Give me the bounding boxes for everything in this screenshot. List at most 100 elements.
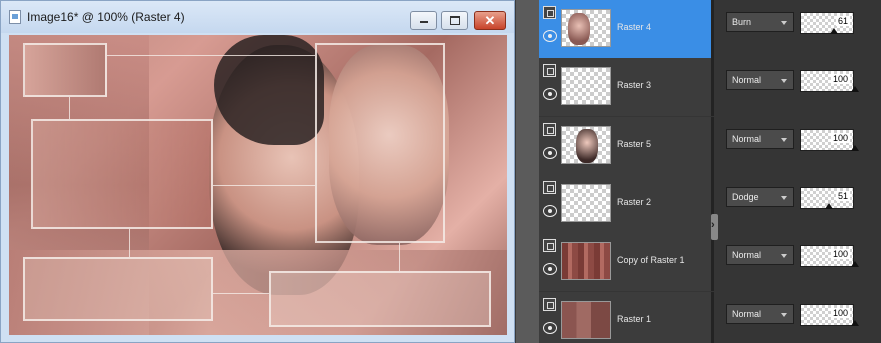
layer-row[interactable]: Copy of Raster 1 Normal 100 xyxy=(539,233,881,291)
layer-info[interactable]: Copy of Raster 1 xyxy=(539,233,711,291)
opacity-slider[interactable]: 51 xyxy=(800,187,854,209)
opacity-value: 100 xyxy=(830,249,850,259)
opacity-slider[interactable]: 100 xyxy=(800,304,859,326)
blend-mode-label: Dodge xyxy=(732,192,759,202)
close-button[interactable]: ✕ xyxy=(474,11,506,30)
maximize-icon xyxy=(450,16,460,25)
blend-mode-dropdown[interactable]: Normal xyxy=(726,70,794,90)
opacity-slider[interactable]: 61 xyxy=(800,12,854,34)
layer-thumbnail[interactable] xyxy=(561,9,611,47)
chevron-down-icon xyxy=(781,138,787,142)
layer-info[interactable]: Raster 5 xyxy=(539,117,711,175)
blend-mode-dropdown[interactable]: Normal xyxy=(726,245,794,265)
layer-info[interactable]: Raster 4 xyxy=(539,0,711,58)
blend-mode-dropdown[interactable]: Normal xyxy=(726,304,794,324)
collapse-handle-icon[interactable] xyxy=(711,214,718,240)
visibility-eye-icon[interactable] xyxy=(543,205,557,217)
layer-info[interactable]: Raster 2 xyxy=(539,175,711,233)
opacity-caret-icon[interactable] xyxy=(851,320,859,326)
layer-group-icon[interactable] xyxy=(543,6,556,19)
layer-row[interactable]: Raster 4 Burn 61 xyxy=(539,0,881,58)
connector-line xyxy=(129,229,130,257)
opacity-value: 61 xyxy=(835,16,850,26)
layer-name: Raster 1 xyxy=(617,314,652,324)
chevron-down-icon xyxy=(781,196,787,200)
layer-group-icon[interactable] xyxy=(543,239,556,252)
close-icon: ✕ xyxy=(484,13,496,28)
image-canvas[interactable] xyxy=(9,35,507,335)
layer-properties: Dodge 51 xyxy=(711,175,881,233)
layer-thumbnail[interactable] xyxy=(561,301,611,339)
chevron-down-icon xyxy=(781,254,787,258)
minimize-button[interactable] xyxy=(410,11,437,30)
blend-mode-dropdown[interactable]: Dodge xyxy=(726,187,794,207)
thumbnail-content xyxy=(562,243,610,279)
layer-name: Raster 4 xyxy=(617,22,652,32)
connector-line xyxy=(107,55,315,56)
panel-splitter[interactable] xyxy=(515,0,539,343)
chevron-down-icon xyxy=(781,79,787,83)
visibility-eye-icon[interactable] xyxy=(543,88,557,100)
visibility-eye-icon[interactable] xyxy=(543,30,557,42)
layer-properties: Normal 100 xyxy=(711,58,881,116)
opacity-caret-icon[interactable] xyxy=(851,261,859,267)
layer-name: Raster 2 xyxy=(617,197,652,207)
layers-panel: Raster 4 Burn 61 Raster 3 Normal xyxy=(539,0,881,343)
window-titlebar[interactable]: Image16* @ 100% (Raster 4) ✕ xyxy=(1,1,514,33)
layer-group-icon[interactable] xyxy=(543,123,556,136)
connector-line xyxy=(69,97,70,119)
connector-line xyxy=(399,243,400,271)
minimize-icon xyxy=(420,21,428,23)
frame-bottom-left xyxy=(23,257,213,321)
blend-mode-dropdown[interactable]: Normal xyxy=(726,129,794,149)
layer-thumbnail[interactable] xyxy=(561,67,611,105)
layer-group-icon[interactable] xyxy=(543,181,556,194)
layer-properties: Normal 100 xyxy=(711,117,881,175)
layer-thumbnail[interactable] xyxy=(561,184,611,222)
connector-line xyxy=(213,185,315,186)
layer-group-icon[interactable] xyxy=(543,298,556,311)
blend-mode-dropdown[interactable]: Burn xyxy=(726,12,794,32)
layer-row[interactable]: Raster 2 Dodge 51 xyxy=(539,175,881,233)
opacity-slider[interactable]: 100 xyxy=(800,129,859,151)
layer-thumbnail[interactable] xyxy=(561,126,611,164)
layer-properties: Normal 100 xyxy=(711,233,881,291)
opacity-caret-icon[interactable] xyxy=(825,203,833,209)
thumbnail-content xyxy=(562,302,610,338)
visibility-eye-icon[interactable] xyxy=(543,147,557,159)
frame-face-right xyxy=(315,43,445,243)
connector-line xyxy=(213,293,269,294)
opacity-value: 100 xyxy=(830,308,850,318)
blend-mode-label: Burn xyxy=(732,17,752,27)
layer-group-icon[interactable] xyxy=(543,64,556,77)
chevron-down-icon xyxy=(781,313,787,317)
opacity-caret-icon[interactable] xyxy=(851,145,859,151)
frame-eye xyxy=(23,43,107,97)
opacity-slider[interactable]: 100 xyxy=(800,245,859,267)
layer-info[interactable]: Raster 1 xyxy=(539,292,711,343)
layer-row[interactable]: Raster 3 Normal 100 xyxy=(539,58,881,116)
opacity-value: 51 xyxy=(835,191,850,201)
layer-name: Copy of Raster 1 xyxy=(617,255,685,265)
visibility-eye-icon[interactable] xyxy=(543,322,557,334)
frame-bottom-right xyxy=(269,271,491,327)
layer-properties: Normal 100 xyxy=(711,292,881,343)
opacity-caret-icon[interactable] xyxy=(830,28,838,34)
blend-mode-label: Normal xyxy=(732,309,762,319)
opacity-value: 100 xyxy=(830,133,850,143)
maximize-button[interactable] xyxy=(441,11,468,30)
thumbnail-content xyxy=(568,13,590,45)
layer-thumbnail[interactable] xyxy=(561,242,611,280)
opacity-slider[interactable]: 100 xyxy=(800,70,859,92)
layer-row[interactable]: Raster 1 Normal 100 xyxy=(539,292,881,343)
image-window: Image16* @ 100% (Raster 4) ✕ xyxy=(0,0,515,343)
layer-name: Raster 5 xyxy=(617,139,652,149)
layer-properties: Burn 61 xyxy=(711,0,881,58)
window-title: Image16* @ 100% (Raster 4) xyxy=(27,10,185,24)
opacity-caret-icon[interactable] xyxy=(851,86,859,92)
layer-name: Raster 3 xyxy=(617,80,652,90)
visibility-eye-icon[interactable] xyxy=(543,263,557,275)
app-root: Image16* @ 100% (Raster 4) ✕ › Raster 4 … xyxy=(0,0,881,343)
layer-info[interactable]: Raster 3 xyxy=(539,58,711,116)
layer-row[interactable]: Raster 5 Normal 100 xyxy=(539,117,881,175)
